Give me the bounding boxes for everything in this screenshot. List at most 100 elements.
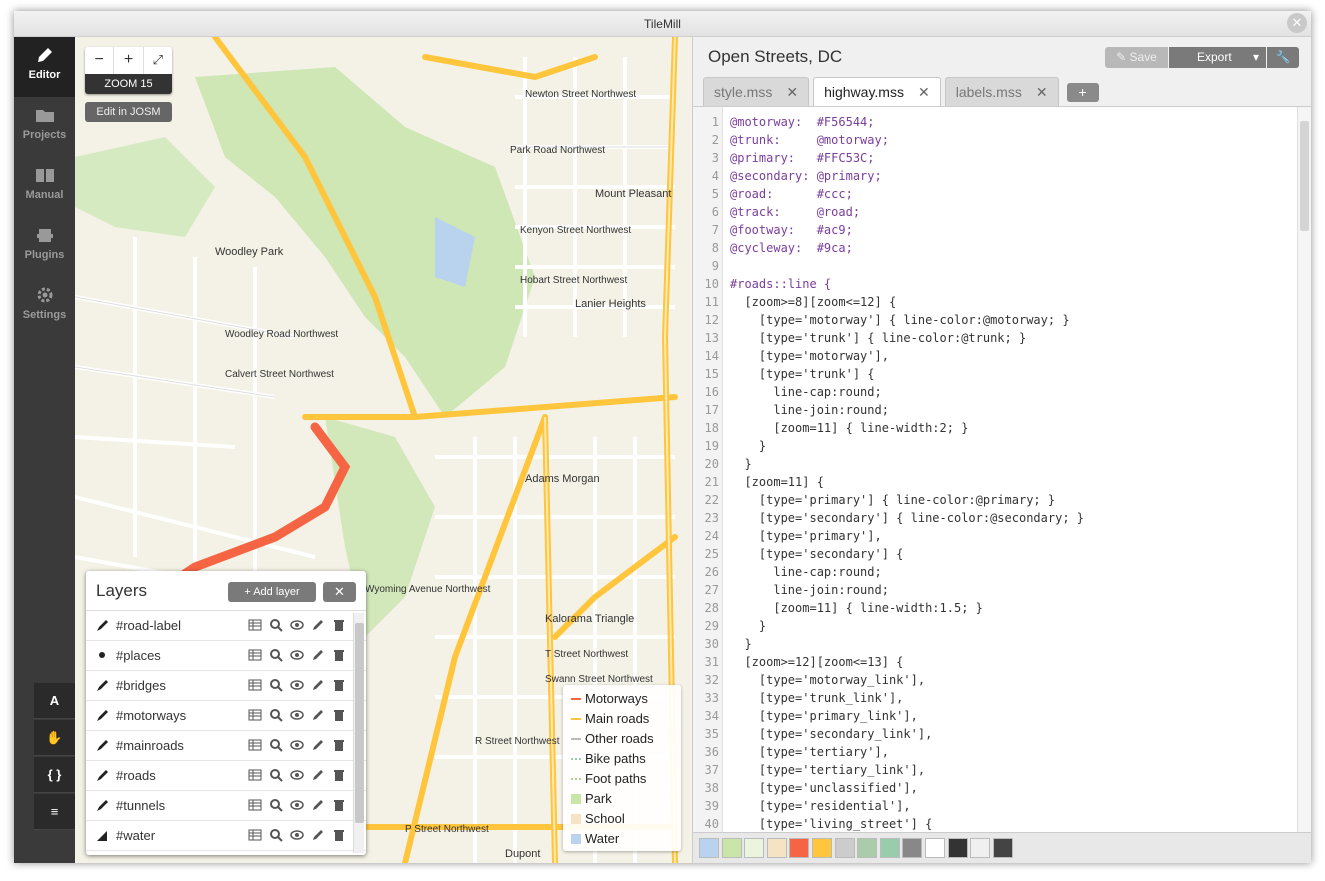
add-tab-button[interactable]: + [1066, 83, 1099, 102]
edit-icon[interactable] [311, 678, 325, 692]
close-icon[interactable]: ✕ [1036, 78, 1048, 106]
eye-icon[interactable] [290, 828, 304, 842]
palette-swatch[interactable] [947, 838, 968, 858]
table-icon[interactable] [248, 828, 262, 842]
palette-swatch[interactable] [857, 838, 878, 858]
tab-style-mss[interactable]: style.mss ✕ [703, 77, 810, 106]
code-scrollbar[interactable] [1297, 107, 1311, 832]
search-icon[interactable] [269, 738, 283, 752]
palette-swatch[interactable] [721, 838, 742, 858]
sidebar-item-manual[interactable]: Manual [14, 157, 75, 217]
search-icon[interactable] [269, 618, 283, 632]
export-button[interactable]: Export ▾ [1169, 47, 1266, 68]
table-icon[interactable] [248, 618, 262, 632]
add-layer-button[interactable]: + Add layer [228, 582, 316, 602]
layers-scrollbar[interactable] [353, 613, 364, 853]
palette-swatch[interactable] [766, 838, 787, 858]
line-number: 9 [711, 259, 719, 273]
trash-icon[interactable] [332, 798, 346, 812]
table-icon[interactable] [248, 708, 262, 722]
layer-row[interactable]: #bridges [86, 671, 366, 701]
app-window: TileMill ✕ Editor Projects Manual Plugin… [14, 11, 1311, 863]
font-tool-button[interactable]: A [34, 683, 75, 719]
trash-icon[interactable] [332, 648, 346, 662]
sidebar-item-plugins[interactable]: Plugins [14, 217, 75, 277]
palette-swatch[interactable] [992, 838, 1013, 858]
legend-swatch [571, 794, 581, 804]
close-layers-button[interactable]: ✕ [323, 582, 356, 602]
palette-swatch[interactable] [699, 838, 719, 858]
layers-scroll-thumb[interactable] [355, 623, 364, 823]
eye-icon[interactable] [290, 708, 304, 722]
edit-icon[interactable] [311, 828, 325, 842]
palette-swatch[interactable] [789, 838, 810, 858]
palette-swatch[interactable] [970, 838, 991, 858]
eye-icon[interactable] [290, 738, 304, 752]
layer-name: #bridges [116, 678, 166, 693]
close-icon[interactable]: ✕ [918, 78, 930, 106]
zoom-out-button[interactable]: − [85, 47, 115, 74]
search-icon[interactable] [269, 798, 283, 812]
trash-icon[interactable] [332, 618, 346, 632]
trash-icon[interactable] [332, 738, 346, 752]
settings-wrench-button[interactable]: 🔧 [1267, 47, 1299, 68]
tab-highway-mss[interactable]: highway.mss ✕ [813, 77, 941, 106]
palette-swatch[interactable] [812, 838, 832, 858]
code-editor[interactable]: 1 @motorway: #F56544; 2 @trunk: @motorway; 3… [693, 106, 1311, 832]
table-icon[interactable] [248, 678, 262, 692]
layer-row[interactable]: #mainroads [86, 731, 366, 761]
edit-icon[interactable] [311, 798, 325, 812]
palette-swatch[interactable] [744, 838, 765, 858]
edit-icon[interactable] [311, 738, 325, 752]
code-text: [type='trunk_link'], [730, 691, 904, 705]
layer-row[interactable]: #road-label [86, 611, 366, 641]
edit-icon[interactable] [311, 708, 325, 722]
map-label: P Street Northwest [405, 824, 489, 835]
close-icon[interactable]: ✕ [786, 78, 798, 106]
eye-icon[interactable] [290, 618, 304, 632]
map-view[interactable]: Woodley Park Mount Pleasant Lanier Heigh… [75, 37, 692, 863]
trash-icon[interactable] [332, 708, 346, 722]
layer-row[interactable]: #roads [86, 761, 366, 791]
layer-row[interactable]: #places [86, 641, 366, 671]
search-icon[interactable] [269, 828, 283, 842]
table-icon[interactable] [248, 768, 262, 782]
window-close-button[interactable]: ✕ [1287, 13, 1307, 33]
hand-tool-button[interactable]: ✋ [34, 720, 75, 756]
code-scroll-thumb[interactable] [1300, 121, 1309, 231]
edit-icon[interactable] [311, 648, 325, 662]
search-icon[interactable] [269, 768, 283, 782]
table-icon[interactable] [248, 738, 262, 752]
layers-tool-button[interactable]: ≡ [34, 794, 75, 830]
palette-swatch[interactable] [879, 838, 900, 858]
trash-icon[interactable] [332, 828, 346, 842]
eye-icon[interactable] [290, 798, 304, 812]
search-icon[interactable] [269, 678, 283, 692]
edit-icon[interactable] [311, 618, 325, 632]
sidebar-item-projects[interactable]: Projects [14, 97, 75, 157]
palette-swatch[interactable] [834, 838, 855, 858]
eye-icon[interactable] [290, 648, 304, 662]
save-button[interactable]: ✎ Save [1105, 47, 1168, 68]
table-icon[interactable] [248, 798, 262, 812]
edit-icon[interactable] [311, 768, 325, 782]
search-icon[interactable] [269, 648, 283, 662]
table-icon[interactable] [248, 648, 262, 662]
search-icon[interactable] [269, 708, 283, 722]
layer-row[interactable]: #water [86, 821, 366, 851]
eye-icon[interactable] [290, 678, 304, 692]
tab-labels-mss[interactable]: labels.mss ✕ [944, 77, 1059, 106]
edit-in-josm-button[interactable]: Edit in JOSM [85, 102, 172, 122]
layer-row[interactable]: #motorways [86, 701, 366, 731]
zoom-in-button[interactable]: + [114, 47, 144, 74]
layer-row[interactable]: #tunnels [86, 791, 366, 821]
docs-tool-button[interactable]: { } [34, 757, 75, 793]
palette-swatch[interactable] [902, 838, 923, 858]
sidebar-item-settings[interactable]: Settings [14, 277, 75, 337]
fullscreen-button[interactable]: ⤢ [144, 47, 172, 74]
eye-icon[interactable] [290, 768, 304, 782]
trash-icon[interactable] [332, 678, 346, 692]
palette-swatch[interactable] [925, 838, 945, 858]
trash-icon[interactable] [332, 768, 346, 782]
sidebar-item-editor[interactable]: Editor [14, 37, 75, 97]
